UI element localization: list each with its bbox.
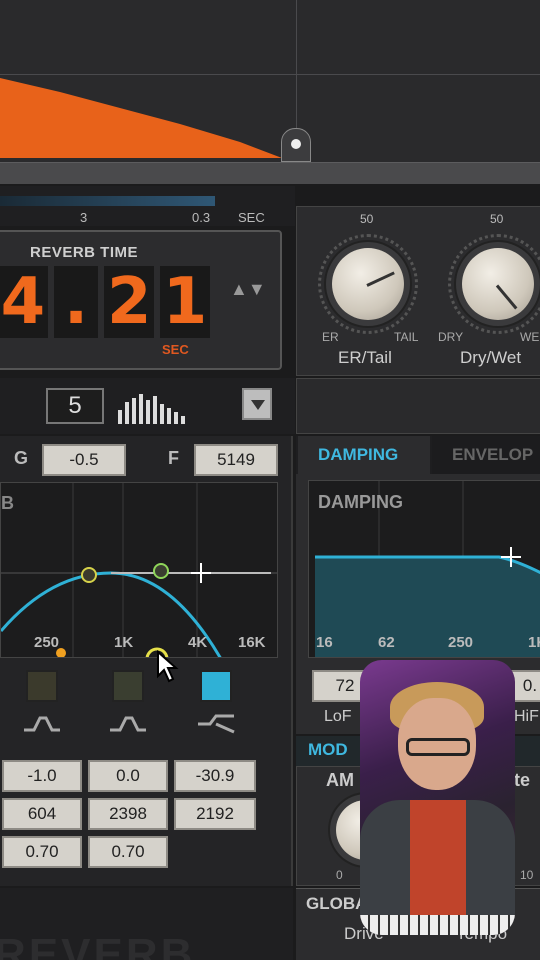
bell-filter-icon[interactable] — [22, 712, 62, 734]
knob-value: 50 — [490, 212, 504, 226]
digit: 1 — [160, 266, 210, 338]
freq-field[interactable]: 5149 — [194, 444, 278, 476]
knob-max-label: 10 — [520, 868, 534, 882]
freq-tick: 1K — [528, 634, 540, 651]
reverb-time-display[interactable]: 4 . 2 1 — [0, 266, 210, 338]
scale-label: SEC — [238, 210, 265, 225]
envelope-scrollbar[interactable] — [0, 162, 540, 184]
damping-title: DAMPING — [318, 492, 403, 512]
freq-tick: 4K — [188, 634, 208, 651]
keyboard — [360, 915, 515, 935]
knob-label: ER/Tail — [338, 348, 392, 367]
rate-label: te — [514, 770, 531, 790]
freq-label: F — [168, 448, 179, 468]
envelope-handle[interactable] — [281, 128, 311, 162]
eq-graph[interactable]: B — [0, 482, 278, 658]
band-1-freq[interactable]: 604 — [2, 798, 82, 830]
global-title: GLOBA — [306, 894, 368, 913]
dropdown-button[interactable] — [242, 388, 272, 420]
band-2-freq[interactable]: 2398 — [88, 798, 168, 830]
er-tail-knob[interactable] — [332, 248, 404, 320]
time-scale-bar — [0, 196, 215, 206]
freq-tick: 16 — [316, 634, 333, 651]
tab-damping[interactable]: DAMPING — [298, 436, 430, 474]
up-down-arrows-icon[interactable]: ▲▼ — [230, 280, 266, 320]
person-glasses — [406, 738, 470, 756]
knob-label: Dry/Wet — [460, 348, 522, 367]
freq-tick: 16K — [238, 634, 266, 651]
tab-envelope[interactable]: ENVELOP — [432, 436, 540, 474]
scale-label: 3 — [80, 210, 88, 225]
band-1-gain[interactable]: -1.0 — [2, 760, 82, 792]
right-strip — [296, 378, 540, 434]
band-2-select[interactable] — [112, 670, 144, 702]
mouse-cursor-icon — [157, 650, 179, 683]
freq-tick: 1K — [114, 634, 134, 651]
scale-label: 0.3 — [192, 210, 211, 225]
freq-tick: 62 — [378, 634, 395, 651]
freq-tick: 250 — [448, 634, 474, 651]
knob-max-label: TAIL — [394, 330, 419, 344]
webcam-overlay — [360, 660, 515, 935]
knob-min-label: 0 — [336, 868, 343, 882]
digit: . — [53, 266, 99, 338]
hifreq-label: HiF — [514, 708, 539, 725]
envelope-display[interactable] — [0, 0, 540, 162]
shelf-filter-icon[interactable] — [196, 712, 236, 734]
reverb-time-unit: SEC — [162, 342, 189, 357]
band-2-q[interactable]: 0.70 — [88, 836, 168, 868]
decay-curve — [0, 78, 282, 158]
knob-max-label: WE — [520, 330, 540, 344]
digit: 4 — [0, 266, 48, 338]
knob-min-label: DRY — [438, 330, 464, 344]
modulation-title: MOD — [308, 740, 348, 759]
am-label: AM — [326, 770, 354, 790]
lofreq-label: LoF — [324, 708, 352, 725]
bell-filter-icon[interactable] — [108, 712, 148, 734]
band-1-select[interactable] — [26, 670, 58, 702]
band-3-gain[interactable]: -30.9 — [174, 760, 256, 792]
reverb-time-title: REVERB TIME — [30, 244, 139, 261]
band-2-gain[interactable]: 0.0 — [88, 760, 168, 792]
digit: 2 — [104, 266, 155, 338]
band-count-field[interactable]: 5 — [46, 388, 104, 424]
band-3-freq[interactable]: 2192 — [174, 798, 256, 830]
band-1-q[interactable]: 0.70 — [2, 836, 82, 868]
band-3-select[interactable] — [200, 670, 232, 702]
eq-curve — [1, 483, 277, 657]
gain-field[interactable]: -0.5 — [42, 444, 126, 476]
dry-wet-knob[interactable] — [462, 248, 534, 320]
knob-value: 50 — [360, 212, 374, 226]
level-meter-icon — [118, 392, 185, 424]
logo: REVERB — [0, 930, 196, 960]
gain-label: G — [14, 448, 29, 468]
knob-min-label: ER — [322, 330, 339, 344]
freq-tick: 250 — [34, 634, 60, 651]
